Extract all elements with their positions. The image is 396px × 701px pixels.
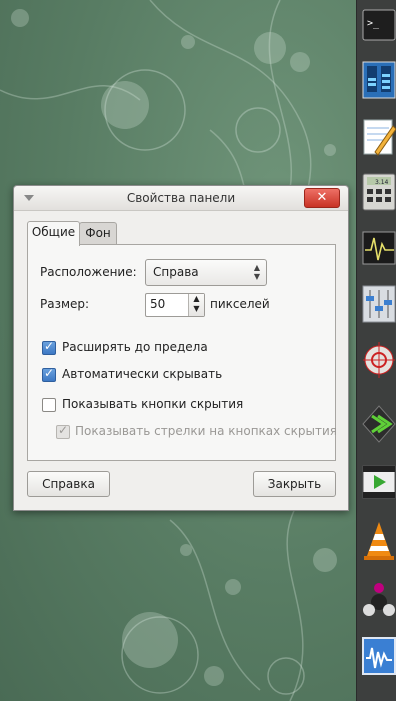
calculator-icon[interactable]: 3.14 [361, 170, 396, 214]
notepad-icon[interactable] [361, 114, 396, 158]
mixer-icon[interactable] [361, 282, 396, 326]
spin-arrows-icon[interactable]: ▲ ▼ [188, 294, 204, 316]
expand-checkbox[interactable] [42, 339, 56, 355]
show-hide-buttons-label: Показывать кнопки скрытия [62, 397, 244, 411]
size-unit: пикселей [210, 297, 270, 311]
tab-background[interactable]: Фон [79, 222, 117, 245]
svg-text:3.14: 3.14 [375, 179, 389, 186]
autohide-label: Автоматически скрывать [62, 367, 223, 381]
terminal-icon[interactable]: >_ [361, 2, 396, 46]
close-window-button[interactable]: ✕ [304, 188, 340, 208]
video-player-icon[interactable] [361, 460, 396, 504]
svg-text:>_: >_ [367, 18, 380, 29]
show-hide-buttons-checkbox[interactable] [42, 398, 56, 412]
show-arrows-label: Показывать стрелки на кнопках скрытия [75, 424, 338, 438]
target-icon[interactable] [361, 338, 396, 382]
size-spinbutton[interactable]: 50 ▲ ▼ [145, 293, 205, 317]
side-panel: >_ 3.14 [356, 0, 396, 701]
tab-general[interactable]: Общие [27, 221, 80, 246]
combo-arrows-icon: ▲ ▼ [253, 263, 260, 281]
expand-label: Расширять до предела [62, 340, 208, 354]
close-icon: ✕ [316, 190, 328, 205]
molecule-icon[interactable] [361, 578, 396, 622]
dialog-title: Свойства панели [126, 191, 236, 205]
panel-properties-dialog: Свойства панели ✕ Общие Фон Расположение… [13, 185, 349, 511]
system-monitor-icon[interactable] [361, 58, 396, 102]
close-button[interactable]: Закрыть [253, 471, 336, 497]
position-select[interactable]: Справа ▲ ▼ [145, 259, 267, 286]
titlebar: Свойства панели ✕ [14, 186, 348, 211]
position-value: Справа [153, 265, 199, 279]
position-label: Расположение: [40, 265, 137, 279]
waveform-icon[interactable] [361, 634, 396, 678]
size-value: 50 [150, 297, 166, 311]
arrow-forward-icon[interactable] [361, 402, 396, 446]
autohide-checkbox[interactable] [42, 366, 56, 382]
vlc-cone-icon[interactable] [361, 518, 396, 562]
oscilloscope-icon[interactable] [361, 226, 396, 270]
help-button[interactable]: Справка [27, 471, 110, 497]
show-arrows-checkbox [56, 423, 70, 439]
size-label: Размер: [40, 297, 90, 311]
